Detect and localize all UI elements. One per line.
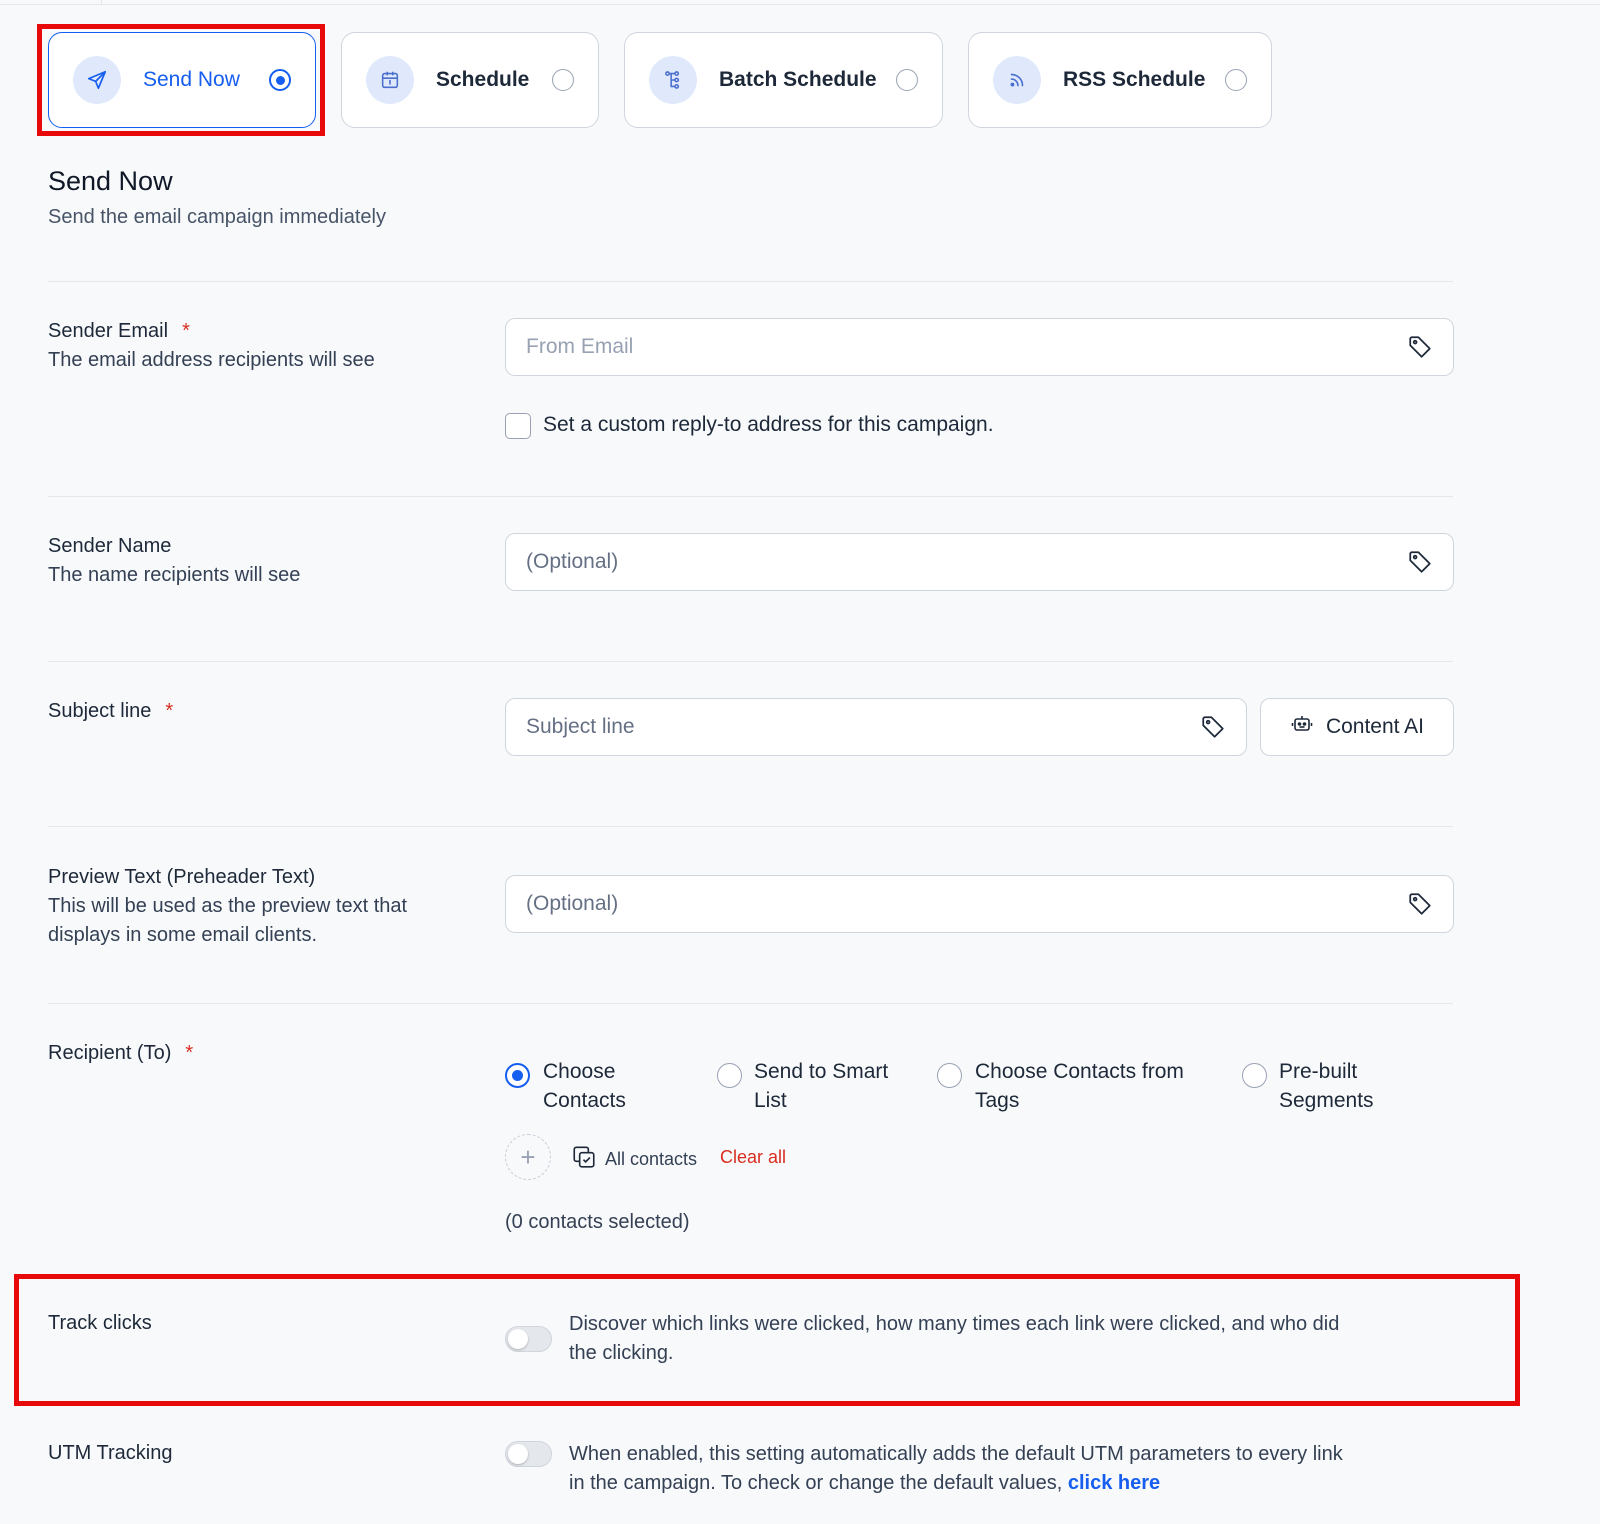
preview-text-label: Preview Text (Preheader Text) [48,866,316,888]
sender-email-input[interactable]: From Email [505,318,1454,376]
utm-tracking-description: When enabled, this setting automatically… [569,1443,1343,1494]
robot-icon [1290,712,1314,742]
option-rss-schedule[interactable]: RSS Schedule [968,32,1272,128]
rss-icon [993,56,1041,104]
subject-input[interactable]: Subject line [505,698,1247,756]
preview-text-description: This will be used as the preview text th… [48,895,408,946]
preview-text-input[interactable]: (Optional) [505,875,1454,933]
utm-tracking-toggle[interactable] [505,1441,552,1467]
divider [48,1003,1453,1004]
option-batch-schedule-radio[interactable] [896,69,918,91]
option-schedule-label: Schedule [436,68,530,91]
recipient-tags-radio[interactable] [937,1063,962,1088]
top-border-tick [101,0,102,5]
batch-icon [649,56,697,104]
utm-click-here-link[interactable]: click here [1068,1472,1160,1494]
contacts-selected-count: (0 contacts selected) [505,1211,690,1233]
recipient-segments-radio[interactable] [1242,1063,1267,1088]
sender-email-description: The email address recipients will see [48,349,375,371]
plus-icon: + [520,1141,536,1172]
option-rss-schedule-label: RSS Schedule [1063,68,1206,91]
clear-all-link[interactable]: Clear all [720,1147,786,1168]
divider [48,826,1453,827]
sender-name-label: Sender Name [48,535,172,557]
utm-tracking-label: UTM Tracking [48,1442,173,1464]
recipient-smart-list-radio[interactable] [717,1063,742,1088]
recipient-choose-contacts-radio[interactable] [505,1063,530,1088]
option-schedule[interactable]: Schedule [341,32,599,128]
tag-icon[interactable] [1198,712,1228,742]
recipient-tags-label: Choose Contacts from Tags [975,1060,1184,1112]
all-contacts-button[interactable]: All contacts [571,1144,697,1175]
section-subtitle: Send the email campaign immediately [48,206,386,228]
option-schedule-radio[interactable] [552,69,574,91]
sender-email-label: Sender Email * [48,320,190,342]
tag-icon[interactable] [1405,889,1435,919]
recipient-segments-label: Pre-built Segments [1279,1060,1374,1112]
top-border [0,4,1600,5]
recipient-label: Recipient (To) * [48,1042,194,1064]
divider [48,661,1453,662]
divider [48,496,1453,497]
reply-to-checkbox[interactable] [505,413,531,439]
highlight-send-now [37,24,325,136]
preview-text-placeholder: (Optional) [526,892,619,915]
tag-icon[interactable] [1405,547,1435,577]
all-contacts-label: All contacts [605,1149,698,1169]
sender-name-description: The name recipients will see [48,564,301,586]
option-rss-schedule-radio[interactable] [1225,69,1247,91]
section-title: Send Now [48,166,173,196]
add-recipient-button[interactable]: + [505,1134,551,1180]
subject-placeholder: Subject line [526,715,635,738]
divider [48,281,1453,282]
checklist-icon [571,1144,597,1175]
subject-label: Subject line * [48,700,174,722]
calendar-icon [366,56,414,104]
sender-name-placeholder: (Optional) [526,550,619,573]
highlight-track-clicks [14,1274,1520,1406]
option-batch-schedule[interactable]: Batch Schedule [624,32,943,128]
tag-icon[interactable] [1405,332,1435,362]
sender-name-input[interactable]: (Optional) [505,533,1454,591]
reply-to-label: Set a custom reply-to address for this c… [543,413,994,436]
recipient-choose-contacts-label: Choose Contacts [543,1060,626,1112]
content-ai-button[interactable]: Content AI [1260,698,1454,756]
sender-email-placeholder: From Email [526,335,634,358]
content-ai-label: Content AI [1325,715,1425,738]
option-batch-schedule-label: Batch Schedule [719,68,877,91]
recipient-smart-list-label: Send to Smart List [754,1060,889,1112]
